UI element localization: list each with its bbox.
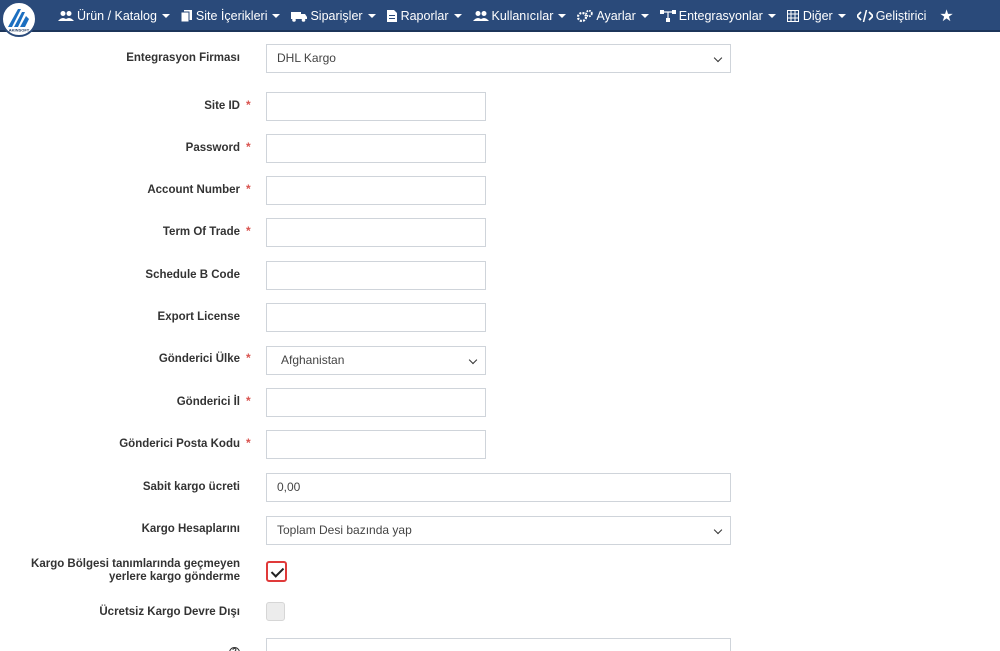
- required-mark: *: [246, 351, 251, 365]
- nav-item-label: Diğer: [802, 9, 833, 23]
- file-icon: [386, 10, 398, 22]
- nav-item-label: Raporlar: [400, 9, 449, 23]
- sender-postcode-input[interactable]: [266, 430, 486, 459]
- fixed-fee-input[interactable]: 0,00: [266, 473, 731, 502]
- account-number-input[interactable]: [266, 176, 486, 205]
- no-region-label-line2: yerlere kargo gönderme: [108, 571, 240, 583]
- term-of-trade-label: Term Of Trade: [162, 226, 240, 238]
- nav-item-label: Entegrasyonlar: [678, 9, 763, 23]
- firm-select[interactable]: DHL Kargo: [266, 44, 731, 73]
- sender-city-label: Gönderici İl: [176, 396, 240, 408]
- users-icon: [472, 10, 489, 22]
- nav-item-site-icerikleri[interactable]: Site İçerikleri: [180, 0, 281, 32]
- partial-input[interactable]: [266, 638, 731, 651]
- svg-text:AKINSOFT: AKINSOFT: [9, 28, 30, 33]
- caret-down-icon: [453, 14, 462, 18]
- nav-item-label: Ayarlar: [596, 9, 636, 23]
- calc-select[interactable]: Toplam Desi bazında yap: [266, 516, 731, 545]
- nav-item-label: Site İçerikleri: [195, 9, 268, 23]
- nav-item-diger[interactable]: Diğer: [786, 0, 846, 32]
- fixed-fee-label: Sabit kargo ücreti: [142, 481, 240, 493]
- caret-down-icon: [640, 14, 649, 18]
- firm-label: Entegrasyon Firması: [126, 52, 240, 64]
- schedule-b-input[interactable]: [266, 261, 486, 290]
- nav-item-label: Siparişler: [310, 9, 363, 23]
- nav-item-ayarlar[interactable]: Ayarlar: [577, 0, 649, 32]
- network-icon: [659, 10, 676, 22]
- free-disabled-checkbox[interactable]: [266, 602, 285, 621]
- caret-down-icon: [272, 14, 281, 18]
- sender-country-select[interactable]: Afghanistan: [266, 346, 486, 375]
- nav-item-kullanicilar[interactable]: Kullanıcılar: [472, 0, 567, 32]
- favorites-button[interactable]: ★: [937, 0, 953, 32]
- required-mark: *: [246, 394, 251, 408]
- export-license-input[interactable]: [266, 303, 486, 332]
- no-region-label-line1: Kargo Bölgesi tanımlarında geçmeyen: [31, 558, 240, 570]
- password-input[interactable]: [266, 134, 486, 163]
- caret-down-icon: [558, 14, 567, 18]
- info-icon[interactable]: ?: [229, 647, 240, 651]
- required-mark: *: [246, 98, 251, 112]
- akinsoft-logo[interactable]: AKINSOFT: [1, 1, 37, 37]
- sender-postcode-label: Gönderici Posta Kodu: [119, 438, 240, 450]
- no-region-label: Kargo Bölgesi tanımlarında geçmeyen yerl…: [31, 558, 240, 584]
- nav-item-raporlar[interactable]: Raporlar: [386, 0, 462, 32]
- grid-icon: [786, 10, 800, 22]
- site-id-label: Site ID: [204, 100, 240, 112]
- nav-item-urun-katalog[interactable]: Ürün / Katalog: [58, 0, 170, 32]
- calc-label: Kargo Hesaplarını: [141, 523, 240, 535]
- export-license-label: Export License: [157, 311, 240, 323]
- nav-item-label: Ürün / Katalog: [77, 9, 157, 23]
- required-mark: *: [246, 224, 251, 238]
- account-number-label: Account Number: [147, 184, 240, 196]
- caret-down-icon: [767, 14, 776, 18]
- term-of-trade-input[interactable]: [266, 218, 486, 247]
- copy-icon: [180, 10, 193, 23]
- users-icon: [58, 10, 74, 22]
- sender-city-input[interactable]: [266, 388, 486, 417]
- site-id-input[interactable]: [266, 92, 486, 121]
- caret-down-icon: [367, 14, 376, 18]
- no-region-checkbox[interactable]: [266, 561, 287, 582]
- password-label: Password: [185, 142, 240, 154]
- star-icon: ★: [939, 8, 954, 25]
- nav-item-gelistirici[interactable]: Geliştirici: [855, 0, 927, 32]
- gears-icon: [577, 9, 594, 23]
- nav-item-entegrasyonlar[interactable]: Entegrasyonlar: [659, 0, 776, 32]
- required-mark: *: [246, 182, 251, 196]
- free-disabled-label: Ücretsiz Kargo Devre Dışı: [99, 606, 240, 618]
- required-mark: *: [246, 140, 251, 154]
- sender-country-label: Gönderici Ülke: [158, 353, 240, 365]
- schedule-b-label: Schedule B Code: [145, 269, 240, 281]
- nav-item-label: Geliştirici: [875, 9, 927, 23]
- caret-down-icon: [161, 14, 170, 18]
- truck-icon: [291, 10, 308, 22]
- required-mark: *: [246, 436, 251, 450]
- caret-down-icon: [837, 14, 846, 18]
- code-icon: [855, 9, 874, 23]
- nav-item-label: Kullanıcılar: [491, 9, 554, 23]
- top-navbar: AKINSOFT Ürün / Katalog Site İçerikleri …: [0, 0, 1000, 37]
- nav-item-siparisler[interactable]: Siparişler: [291, 0, 376, 32]
